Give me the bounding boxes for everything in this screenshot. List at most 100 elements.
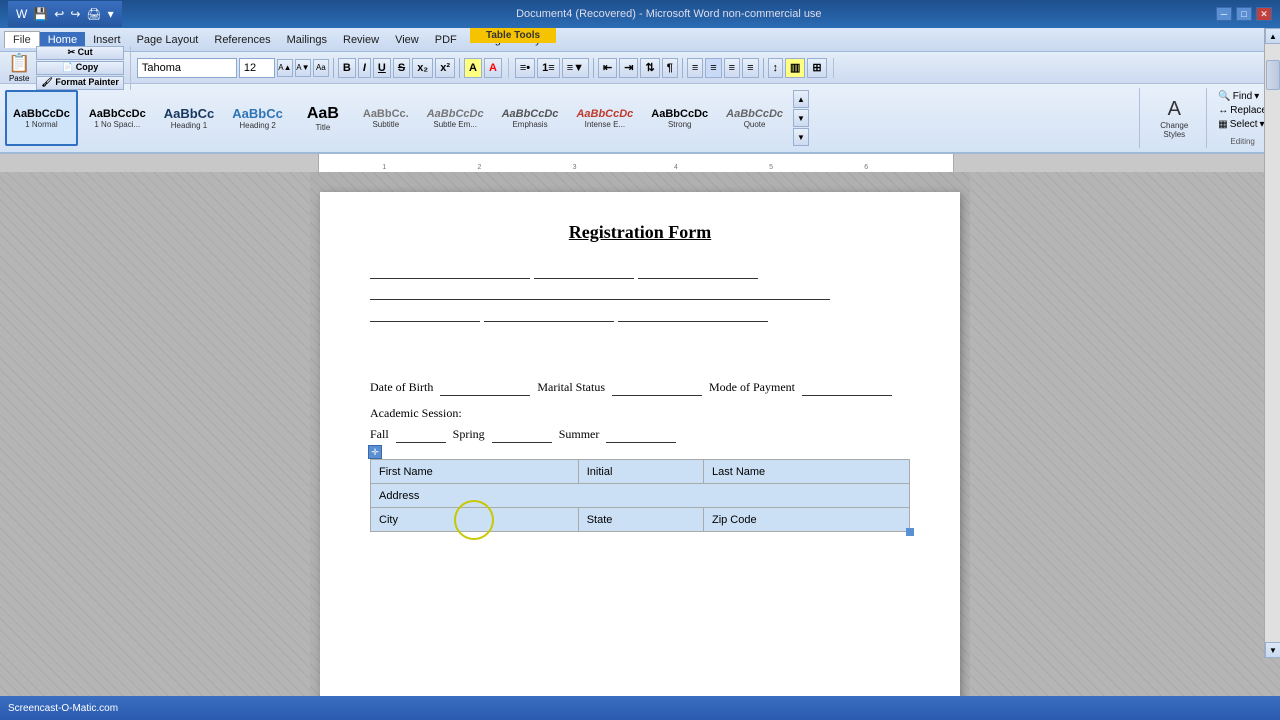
style-title[interactable]: AaB Title <box>294 90 352 146</box>
style-quote[interactable]: AaBbCcDc Quote <box>719 90 790 146</box>
field-line-1c[interactable] <box>638 263 758 279</box>
table-container: ✛ First Name Initial Last Name Address C… <box>370 459 910 532</box>
change-styles-btn[interactable]: A ChangeStyles <box>1148 90 1200 146</box>
academic-label: Academic Session: <box>370 406 462 420</box>
select-btn[interactable]: ▦Select▾ <box>1215 118 1270 131</box>
close-btn[interactable]: ✕ <box>1256 7 1272 21</box>
font-size-up[interactable]: A▲ <box>277 59 293 77</box>
scroll-thumb[interactable] <box>1266 60 1280 90</box>
cut-btn[interactable]: ✂ Cut <box>36 46 123 60</box>
copy-btn[interactable]: 📄 Copy <box>36 61 123 75</box>
title-bar: W 💾 ↩ ↪ 🖨 ▾ Document4 (Recovered) - Micr… <box>0 0 1280 28</box>
redo-btn[interactable]: ↪ <box>68 7 82 21</box>
font-color-btn[interactable]: A <box>484 58 502 78</box>
marital-label: Marital Status <box>537 380 605 394</box>
style-heading1[interactable]: AaBbCc Heading 1 <box>157 90 222 146</box>
shading-btn[interactable]: ▥ <box>785 58 805 78</box>
table-row-address: Address <box>371 484 910 508</box>
underline-btn[interactable]: U <box>373 58 391 78</box>
align-right-btn[interactable]: ≡ <box>724 58 740 78</box>
menu-pdf[interactable]: PDF <box>427 32 465 48</box>
show-para-btn[interactable]: ¶ <box>662 58 678 78</box>
multilevel-btn[interactable]: ≡▼ <box>562 58 589 78</box>
styles-scroll-down[interactable]: ▼ <box>793 109 809 127</box>
superscript-btn[interactable]: x² <box>435 58 455 78</box>
document-title: Registration Form <box>370 222 910 243</box>
field-line-3a[interactable] <box>370 306 480 322</box>
field-line-3c[interactable] <box>618 306 768 322</box>
strikethrough-btn[interactable]: S <box>393 58 410 78</box>
table-cell-initial[interactable]: Initial <box>578 460 703 484</box>
table-cell-lastname[interactable]: Last Name <box>703 460 909 484</box>
style-heading2[interactable]: AaBbCc Heading 2 <box>225 90 290 146</box>
subscript-btn[interactable]: x₂ <box>412 58 433 78</box>
style-no-spacing[interactable]: AaBbCcDc 1 No Spaci... <box>82 90 153 146</box>
scroll-up-arrow[interactable]: ▲ <box>1265 28 1280 44</box>
paste-btn[interactable]: 📋 Paste <box>4 46 34 90</box>
borders-btn[interactable]: ⊞ <box>807 58 826 78</box>
field-line-1b[interactable] <box>534 263 634 279</box>
registration-table: First Name Initial Last Name Address Cit… <box>370 459 910 532</box>
save-btn[interactable]: 💾 <box>31 7 50 21</box>
style-emphasis[interactable]: AaBbCcDc Emphasis <box>495 90 566 146</box>
font-size-selector[interactable]: 12 <box>239 58 275 78</box>
table-tools-tab[interactable]: Table Tools <box>470 28 556 43</box>
table-resize-handle[interactable] <box>906 528 914 536</box>
menu-pagelayout[interactable]: Page Layout <box>129 32 207 48</box>
line-spacing-btn[interactable]: ↕ <box>768 58 784 78</box>
italic-btn[interactable]: I <box>358 58 371 78</box>
field-line-2[interactable] <box>370 285 830 300</box>
bold-btn[interactable]: B <box>338 58 356 78</box>
align-left-btn[interactable]: ≡ <box>687 58 703 78</box>
clear-format-btn[interactable]: Aa <box>313 59 329 77</box>
decrease-indent-btn[interactable]: ⇤ <box>598 58 617 78</box>
maximize-btn[interactable]: □ <box>1236 7 1252 21</box>
print-btn[interactable]: 🖨 <box>84 7 103 21</box>
menu-bar: File Home Insert Page Layout References … <box>0 28 1280 52</box>
word-icon[interactable]: W <box>14 7 29 21</box>
menu-mailings[interactable]: Mailings <box>279 32 335 48</box>
table-move-handle[interactable]: ✛ <box>368 445 382 459</box>
font-selector[interactable]: Tahoma <box>137 58 237 78</box>
numbering-btn[interactable]: 1≡ <box>537 58 560 78</box>
bullets-btn[interactable]: ≡• <box>515 58 535 78</box>
styles-ribbon: AaBbCcDc 1 Normal AaBbCcDc 1 No Spaci...… <box>0 84 1280 154</box>
increase-indent-btn[interactable]: ⇥ <box>619 58 638 78</box>
left-sidebar <box>0 172 310 698</box>
style-normal[interactable]: AaBbCcDc 1 Normal <box>5 90 78 146</box>
paragraph-group: ≡• 1≡ ≡▼ ⇤ ⇥ ⇅ ¶ ≡ ≡ ≡ ≡ ↕ ▥ ⊞ <box>515 58 834 78</box>
find-btn[interactable]: 🔍Find▾ <box>1215 90 1270 103</box>
table-cell-firstname[interactable]: First Name <box>371 460 579 484</box>
style-intense-em[interactable]: AaBbCcDc Intense E... <box>569 90 640 146</box>
dropdown-btn[interactable]: ▾ <box>106 7 116 21</box>
summer-label: Summer <box>559 427 600 441</box>
field-line-3b[interactable] <box>484 306 614 322</box>
font-size-down[interactable]: A▼ <box>295 59 311 77</box>
scroll-down-arrow[interactable]: ▼ <box>1265 642 1280 658</box>
undo-btn[interactable]: ↩ <box>52 7 66 21</box>
minimize-btn[interactable]: ─ <box>1216 7 1232 21</box>
styles-scroll-up[interactable]: ▲ <box>793 90 809 108</box>
menu-view[interactable]: View <box>387 32 427 48</box>
ruler-left-pad <box>0 154 8 172</box>
sort-btn[interactable]: ⇅ <box>640 58 659 78</box>
table-cell-city[interactable]: City <box>371 508 579 532</box>
align-center-btn[interactable]: ≡ <box>705 58 721 78</box>
menu-references[interactable]: References <box>206 32 278 48</box>
window-controls: ─ □ ✕ <box>1216 7 1272 21</box>
fall-label: Fall <box>370 427 389 441</box>
justify-btn[interactable]: ≡ <box>742 58 758 78</box>
table-cell-address[interactable]: Address <box>371 484 910 508</box>
change-styles-group: A ChangeStyles <box>1142 88 1207 148</box>
field-line-1a[interactable] <box>370 263 530 279</box>
table-cell-zipcode[interactable]: Zip Code <box>703 508 909 532</box>
style-strong[interactable]: AaBbCcDc Strong <box>644 90 715 146</box>
replace-btn[interactable]: ↔Replace <box>1215 104 1270 117</box>
style-subtitle[interactable]: AaBbCc. Subtitle <box>356 90 416 146</box>
style-subtle-em[interactable]: AaBbCcDc Subtle Em... <box>420 90 491 146</box>
styles-more[interactable]: ▼ <box>793 128 809 146</box>
menu-review[interactable]: Review <box>335 32 387 48</box>
text-highlight-btn[interactable]: A <box>464 58 482 78</box>
ruler-left-gray <box>8 154 318 172</box>
table-cell-state[interactable]: State <box>578 508 703 532</box>
